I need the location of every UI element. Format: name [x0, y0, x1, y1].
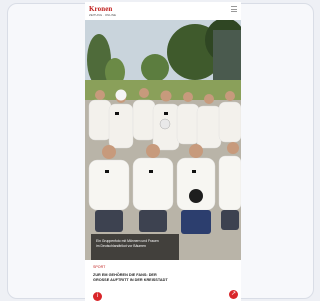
group-photo-illustration [85, 20, 241, 260]
photo-caption-line-2: im Deutschlandtrikot vor Bäumen [96, 243, 146, 248]
article-teaser[interactable]: Sport ZUR EM GEHÖREN DIE FANS: DER GROSS… [85, 260, 241, 301]
article-category: Sport [93, 265, 106, 269]
photo-caption: Ein Gruppenfoto mit Männern und Frauen i… [91, 234, 179, 260]
info-icon[interactable]: i [93, 292, 102, 301]
hamburger-menu-icon[interactable] [231, 6, 237, 12]
hero-photo[interactable]: Ein Gruppenfoto mit Männern und Frauen i… [85, 20, 241, 260]
mobile-page: Kronen ZEITUNG · ONLINE Ein Gruppenfoto … [85, 2, 241, 301]
site-logo[interactable]: Kronen [89, 5, 112, 13]
article-headline-line-2: GROSSE AUFTRITT IN DER KREISSTADT [93, 278, 168, 282]
site-logo-subtitle: ZEITUNG · ONLINE [89, 13, 117, 17]
article-headline[interactable]: ZUR EM GEHÖREN DIE FANS: DER GROSSE AUFT… [93, 273, 223, 283]
share-icon[interactable]: ↗ [229, 290, 238, 299]
site-header: Kronen ZEITUNG · ONLINE [85, 2, 241, 20]
